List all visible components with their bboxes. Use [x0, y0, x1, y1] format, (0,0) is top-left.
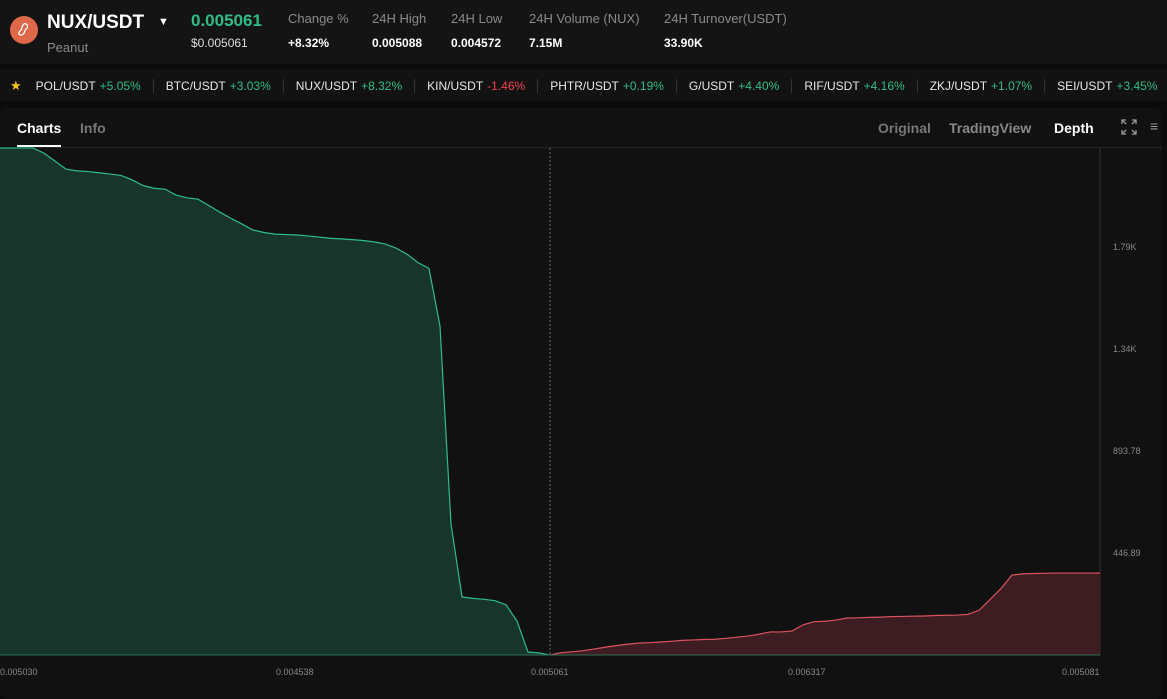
token-name: Peanut	[47, 40, 89, 55]
market-header: NUX/USDT ▼ Peanut 0.005061 $0.005061 Cha…	[0, 0, 1167, 64]
x-tick-label: 0.005081	[1062, 667, 1100, 677]
stat-low: 24H Low 0.004572	[451, 11, 502, 50]
ticker-item[interactable]: ZKJ/USDT +1.07%	[918, 79, 1046, 93]
pair-title[interactable]: NUX/USDT	[47, 12, 144, 34]
ticker-change: -1.46%	[487, 79, 526, 93]
ticker-change: +3.03%	[229, 79, 271, 93]
ticker-item[interactable]: NUX/USDT +8.32%	[284, 79, 416, 93]
stat-label: 24H Turnover(USDT)	[664, 11, 787, 26]
ticker-pair: RIF/USDT	[804, 79, 860, 93]
bid-depth-area	[0, 148, 550, 655]
ticker-item[interactable]: PHTR/USDT +0.19%	[538, 79, 677, 93]
stat-turnover: 24H Turnover(USDT) 33.90K	[664, 11, 787, 50]
ticker-pair: PHTR/USDT	[550, 79, 619, 93]
ask-depth-area	[550, 573, 1100, 655]
y-tick-label: 446.89	[1113, 548, 1141, 558]
stat-value: 7.15M	[529, 36, 563, 50]
x-tick-label: 0.005061	[531, 667, 569, 677]
stat-volume: 24H Volume (NUX) 7.15M	[529, 11, 640, 50]
ticker-bar: ★ POL/USDT +5.05% BTC/USDT +3.03% NUX/USDT +8…	[0, 70, 1167, 102]
stat-label: 24H Volume (NUX)	[529, 11, 640, 26]
ticker-pair: NUX/USDT	[295, 79, 358, 93]
stat-value: +8.32%	[288, 36, 330, 50]
x-tick-label: 0.004538	[276, 667, 314, 677]
ticker-pair: G/USDT	[688, 79, 735, 93]
ticker-change: +4.40%	[738, 79, 780, 93]
stat-value: 0.005088	[372, 36, 423, 50]
ticker-item[interactable]: BTC/USDT +3.03%	[154, 79, 284, 93]
ticker-pair: POL/USDT	[35, 79, 96, 93]
ticker-change: +4.16%	[863, 79, 905, 93]
x-tick-label: 0.005030	[0, 667, 38, 677]
stat-label: Change %	[288, 11, 349, 26]
ticker-change: +3.45%	[1116, 79, 1158, 93]
ticker-change: +0.19%	[622, 79, 664, 93]
stat-label: 24H Low	[451, 11, 503, 26]
y-tick-label: 1.34K	[1113, 344, 1137, 354]
ticker-change: +1.07%	[991, 79, 1033, 93]
stat-high: 24H High 0.005088	[372, 11, 426, 50]
ticker-change: +8.32%	[361, 79, 403, 93]
stat-label: 24H High	[372, 11, 427, 26]
ticker-pair: KIN/USDT	[427, 79, 484, 93]
caret-down-icon[interactable]: ▼	[158, 16, 169, 28]
depth-chart: 446.89 893.78 1.34K 1.79K 0.005030 0.004538 0.…	[0, 147, 1141, 677]
ticker-change: +5.05%	[99, 79, 141, 93]
stat-value: 0.004572	[451, 36, 502, 50]
star-icon[interactable]: ★	[10, 78, 22, 94]
y-tick-label: 893.78	[1113, 446, 1141, 456]
stat-change: Change % +8.32%	[288, 11, 349, 50]
stat-value: 33.90K	[664, 36, 703, 50]
ticker-item[interactable]: KIN/USDT -1.46%	[415, 79, 539, 93]
y-tick-label: 1.79K	[1113, 242, 1137, 252]
ticker-item[interactable]: G/USDT +4.40%	[677, 79, 793, 93]
ticker-item[interactable]: SEI/USDT +3.45%	[1045, 79, 1167, 93]
ticker-pair: BTC/USDT	[165, 79, 226, 93]
x-tick-label: 0.006317	[788, 667, 826, 677]
last-price: 0.005061	[191, 11, 262, 30]
peanut-icon	[10, 16, 38, 44]
ticker-item[interactable]: RIF/USDT +4.16%	[792, 79, 918, 93]
ticker-pair: ZKJ/USDT	[929, 79, 988, 93]
ticker-pair: SEI/USDT	[1057, 79, 1113, 93]
ticker-item[interactable]: POL/USDT +5.05%	[22, 79, 154, 93]
price-usd: $0.005061	[191, 36, 248, 50]
